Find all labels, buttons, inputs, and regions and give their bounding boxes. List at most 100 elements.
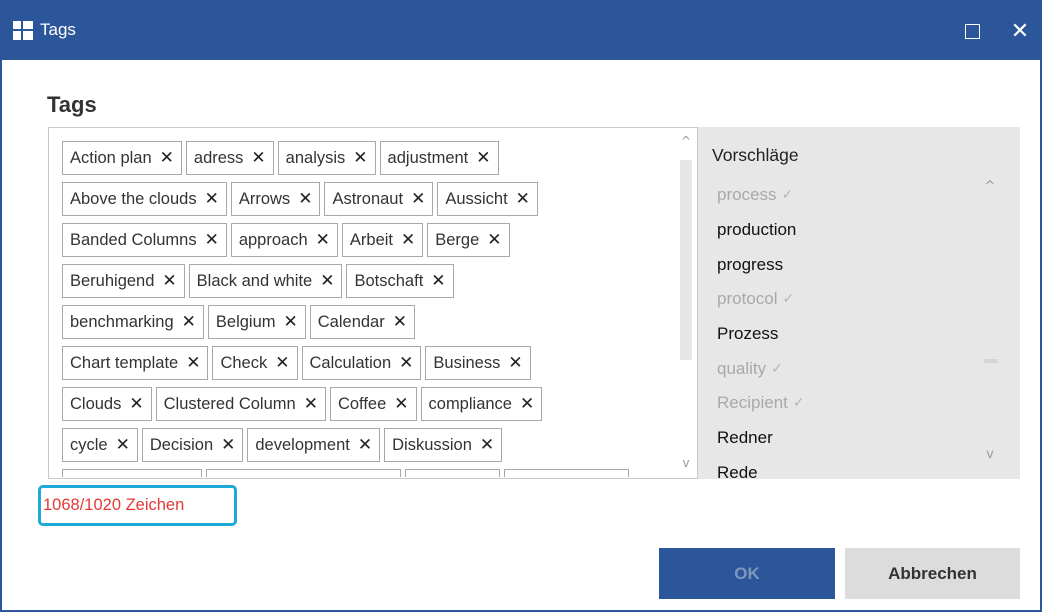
remove-tag-icon[interactable]: ✕: [394, 394, 408, 414]
suggestion-label: progress: [717, 254, 784, 274]
tag-chip[interactable]: [62, 469, 202, 477]
tag-chip[interactable]: compliance ✕: [420, 387, 543, 421]
tag-chip[interactable]: Check ✕: [212, 346, 298, 380]
tag-chip[interactable]: Diskussion ✕: [384, 428, 503, 462]
tag-chip[interactable]: [504, 469, 629, 477]
tag-label: Clustered Column: [163, 394, 296, 413]
tag-label: Black and white: [196, 271, 313, 290]
remove-tag-icon[interactable]: ✕: [411, 189, 425, 209]
tag-chip[interactable]: Above the clouds ✕: [62, 182, 227, 216]
remove-tag-icon[interactable]: ✕: [480, 435, 494, 455]
remove-tag-icon[interactable]: ✕: [205, 230, 219, 250]
tag-chip[interactable]: Aussicht ✕: [437, 182, 538, 216]
tag-chip[interactable]: Chart template ✕: [62, 346, 209, 380]
tag-chip[interactable]: Astronaut ✕: [324, 182, 434, 216]
tag-row: [62, 469, 682, 477]
suggestion-item[interactable]: production: [698, 213, 984, 248]
remove-tag-icon[interactable]: ✕: [182, 312, 196, 332]
remove-tag-icon[interactable]: ✕: [516, 189, 530, 209]
tag-chip[interactable]: Calendar ✕: [309, 305, 415, 339]
suggestion-item[interactable]: Prozess: [698, 317, 984, 352]
tag-chip[interactable]: Belgium ✕: [207, 305, 306, 339]
remove-tag-icon[interactable]: ✕: [508, 353, 522, 373]
tag-chip[interactable]: Clustered Column ✕: [155, 387, 326, 421]
tag-chip[interactable]: analysis ✕: [277, 141, 376, 175]
tag-chip[interactable]: adjustment ✕: [379, 141, 499, 175]
close-button[interactable]: ✕: [1000, 16, 1040, 46]
chevron-down-icon[interactable]: v: [983, 447, 997, 462]
suggestion-item[interactable]: quality ✓: [698, 351, 984, 386]
suggestions-scroll-thumb[interactable]: [984, 359, 998, 363]
suggestion-item[interactable]: Redner: [698, 421, 984, 456]
remove-tag-icon[interactable]: ✕: [116, 435, 130, 455]
remove-tag-icon[interactable]: ✕: [476, 148, 490, 168]
suggestion-item[interactable]: process ✓: [698, 178, 984, 213]
title-bar[interactable]: Tags ✕: [2, 2, 1040, 60]
tag-scroll-thumb[interactable]: [680, 160, 692, 360]
remove-tag-icon[interactable]: ✕: [205, 189, 219, 209]
scroll-down-arrow-icon[interactable]: v: [679, 456, 693, 470]
suggestion-item[interactable]: Recipient ✓: [698, 386, 984, 421]
tag-chip[interactable]: benchmarking ✕: [62, 305, 204, 339]
remove-tag-icon[interactable]: ✕: [284, 312, 298, 332]
ok-button[interactable]: OK: [659, 548, 835, 599]
checkmark-icon: ✓: [771, 360, 783, 377]
remove-tag-icon[interactable]: ✕: [304, 394, 318, 414]
suggestions-list[interactable]: process ✓ production progress protocol ✓ Proze…: [698, 178, 984, 478]
tag-chip[interactable]: Clouds ✕: [62, 387, 152, 421]
tag-chip[interactable]: [405, 469, 500, 477]
remove-tag-icon[interactable]: ✕: [298, 189, 312, 209]
tag-chip[interactable]: Banded Columns ✕: [62, 223, 227, 257]
tag-label: Beruhigend: [70, 271, 155, 290]
remove-tag-icon[interactable]: ✕: [275, 353, 289, 373]
tag-label: analysis: [285, 148, 346, 167]
remove-tag-icon[interactable]: ✕: [358, 435, 372, 455]
cancel-button[interactable]: Abbrechen: [845, 548, 1020, 599]
suggestion-item[interactable]: Rede: [698, 456, 984, 478]
tag-chip[interactable]: adress ✕: [185, 141, 274, 175]
tag-chip[interactable]: Coffee ✕: [329, 387, 417, 421]
tag-chip[interactable]: Black and white ✕: [188, 264, 343, 298]
remove-tag-icon[interactable]: ✕: [186, 353, 200, 373]
tag-chip[interactable]: Business ✕: [425, 346, 531, 380]
scroll-up-arrow-icon[interactable]: ^: [679, 134, 693, 148]
remove-tag-icon[interactable]: ✕: [520, 394, 534, 414]
tag-chip[interactable]: approach ✕: [230, 223, 338, 257]
tag-chip[interactable]: [206, 469, 401, 477]
remove-tag-icon[interactable]: ✕: [487, 230, 501, 250]
tag-chip[interactable]: Botschaft ✕: [346, 264, 454, 298]
remove-tag-icon[interactable]: ✕: [160, 148, 174, 168]
remove-tag-icon[interactable]: ✕: [393, 312, 407, 332]
tag-chip[interactable]: development ✕: [247, 428, 381, 462]
tag-chip[interactable]: Action plan ✕: [62, 141, 182, 175]
tag-editor[interactable]: Action plan ✕ adress ✕ analysis ✕ adjustment ✕ A…: [48, 127, 698, 479]
remove-tag-icon[interactable]: ✕: [353, 148, 367, 168]
tag-label: development: [255, 435, 350, 454]
tag-chip[interactable]: cycle ✕: [62, 428, 138, 462]
remove-tag-icon[interactable]: ✕: [431, 271, 445, 291]
remove-tag-icon[interactable]: ✕: [251, 148, 265, 168]
tag-chip[interactable]: Beruhigend ✕: [62, 264, 185, 298]
tag-chip[interactable]: Calculation ✕: [301, 346, 422, 380]
chevron-up-icon[interactable]: ^: [983, 179, 997, 194]
remove-tag-icon[interactable]: ✕: [162, 271, 176, 291]
tag-row: Beruhigend ✕ Black and white ✕ Botschaft ✕: [62, 264, 682, 299]
remove-tag-icon[interactable]: ✕: [401, 230, 415, 250]
tag-chip[interactable]: Arbeit ✕: [341, 223, 424, 257]
remove-tag-icon[interactable]: ✕: [320, 271, 334, 291]
remove-tag-icon[interactable]: ✕: [129, 394, 143, 414]
remove-tag-icon[interactable]: ✕: [221, 435, 235, 455]
checkmark-icon: ✓: [781, 187, 794, 204]
tag-chip[interactable]: Arrows ✕: [230, 182, 321, 216]
tag-chip[interactable]: Berge ✕: [427, 223, 510, 257]
suggestion-item[interactable]: progress: [698, 247, 984, 282]
tag-row: Banded Columns ✕ approach ✕ Arbeit ✕ Berge ✕: [62, 223, 682, 258]
maximize-button[interactable]: [952, 16, 992, 46]
app-tags-icon: [13, 21, 35, 41]
suggestion-item[interactable]: protocol ✓: [698, 282, 984, 317]
remove-tag-icon[interactable]: ✕: [316, 230, 330, 250]
suggestions-scrollbar[interactable]: ^ v: [978, 177, 1002, 477]
tag-chip[interactable]: Decision ✕: [141, 428, 244, 462]
remove-tag-icon[interactable]: ✕: [399, 353, 413, 373]
tag-scrollbar[interactable]: ^ v: [675, 128, 697, 478]
